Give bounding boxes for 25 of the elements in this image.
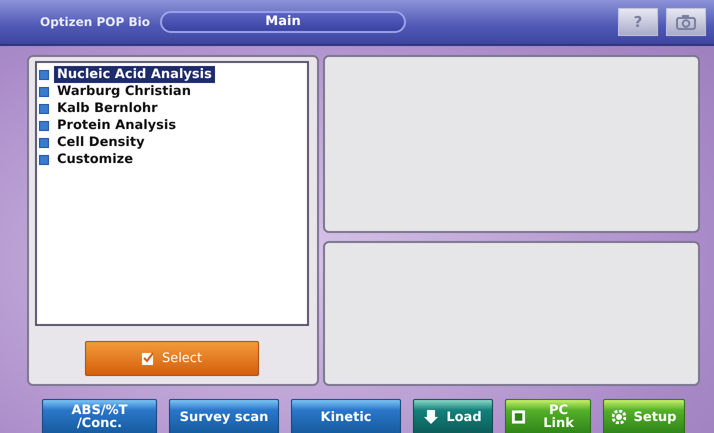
- bullet-icon: [39, 70, 49, 80]
- bullet-icon: [39, 138, 49, 148]
- method-item[interactable]: Warburg Christian: [39, 83, 305, 100]
- mode-button[interactable]: ABS/%T /Conc.: [42, 399, 157, 433]
- link-button[interactable]: PC Link: [505, 399, 591, 433]
- load-button[interactable]: Load: [413, 399, 493, 433]
- bullet-icon: [39, 120, 49, 130]
- mode-button[interactable]: Survey scan: [169, 399, 279, 433]
- method-item[interactable]: Kalb Bernlohr: [39, 100, 305, 117]
- camera-button[interactable]: [666, 8, 706, 36]
- bullet-icon: [39, 154, 49, 164]
- camera-icon: [676, 14, 696, 30]
- bullet-icon: [39, 104, 49, 114]
- setup-button[interactable]: Setup: [603, 399, 685, 433]
- method-item[interactable]: Customize: [39, 151, 305, 168]
- bullet-icon: [39, 86, 49, 96]
- method-item[interactable]: Protein Analysis: [39, 117, 305, 134]
- mode-button[interactable]: Kinetic: [291, 399, 401, 433]
- screen-title: Main: [160, 11, 406, 33]
- square-icon: [512, 410, 526, 424]
- method-item[interactable]: Cell Density: [39, 134, 305, 151]
- download-icon: [424, 410, 438, 424]
- gear-icon: [612, 410, 626, 424]
- app-name: Optizen POP Bio: [40, 14, 151, 31]
- checkbox-icon: [142, 352, 154, 365]
